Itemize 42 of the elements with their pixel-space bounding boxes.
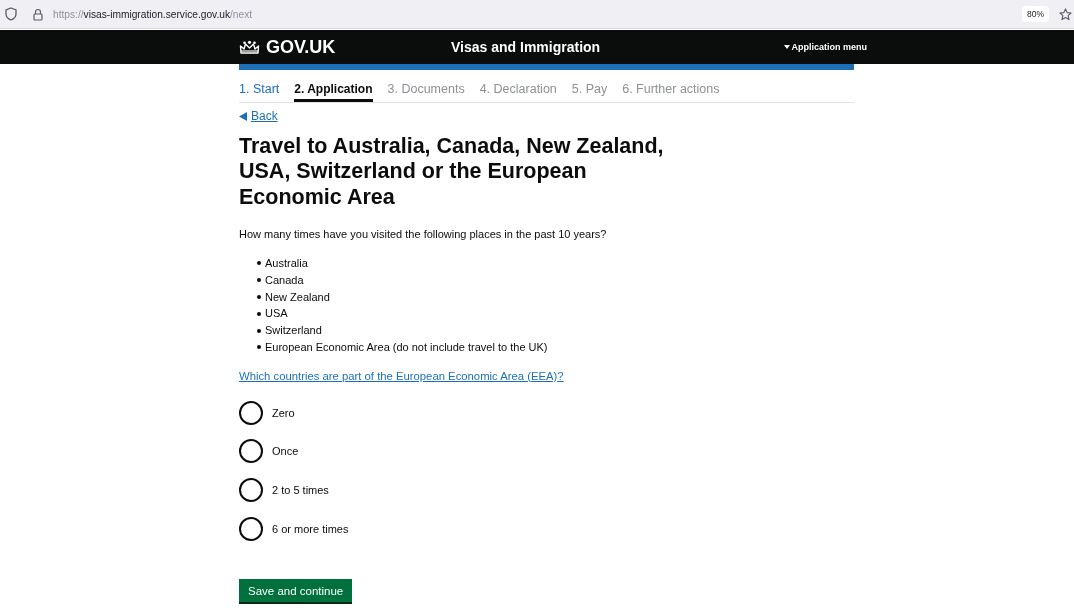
bullet-icon: [257, 328, 261, 333]
question-text: How many times have you visited the following places in the past 10 years?: [239, 227, 608, 242]
crown-icon[interactable]: [239, 39, 260, 55]
bullet-icon: [257, 295, 261, 299]
eea-info-link[interactable]: Which countries are part of the European Economic Area (EEA)?: [239, 367, 564, 384]
zoom-level-badge[interactable]: 80%: [1022, 6, 1049, 22]
shield-icon[interactable]: [5, 7, 17, 21]
triangle-left-icon: [239, 111, 247, 121]
place-item: Canada: [265, 272, 304, 288]
page-heading: Travel to Australia, Canada, New Zealand, USA, Switzerland or the European Economic Area: [239, 133, 665, 210]
bullet-icon: [257, 345, 261, 350]
radio-label[interactable]: 6 or more times: [272, 522, 349, 535]
place-item: Australia: [265, 256, 308, 271]
address-bar-url[interactable]: https://visas-immigration.service.gov.uk/next: [53, 8, 253, 20]
bullet-icon: [257, 278, 261, 283]
place-item: European Economic Area (do not include travel to the UK): [265, 340, 548, 355]
progress-step: 4. Declaration: [479, 81, 557, 102]
radio-label[interactable]: Zero: [272, 406, 295, 419]
place-item: New Zealand: [265, 289, 330, 305]
progress-step: 3. Documents: [387, 81, 465, 102]
star-icon[interactable]: [1059, 7, 1072, 21]
save-and-continue-button[interactable]: Save and continue: [239, 578, 353, 602]
place-item: USA: [265, 306, 288, 322]
radio-button[interactable]: [239, 400, 263, 425]
govuk-logo-text[interactable]: GOV.UK: [266, 36, 336, 58]
back-link[interactable]: Back: [239, 108, 278, 124]
lock-icon[interactable]: [33, 7, 43, 21]
bullet-icon: [257, 311, 261, 316]
radio-button[interactable]: [239, 516, 263, 541]
radio-label[interactable]: 2 to 5 times: [272, 484, 329, 497]
service-name: Visas and Immigration: [451, 39, 601, 55]
progress-step: 5. Pay: [571, 81, 608, 102]
caret-icon: [784, 45, 791, 49]
progress-step[interactable]: 1. Start: [239, 81, 280, 102]
application-menu-button[interactable]: Application menu: [784, 42, 867, 52]
progress-step: 6. Further actions: [622, 81, 720, 102]
radio-label[interactable]: Once: [272, 445, 299, 458]
place-item: Switzerland: [265, 323, 322, 339]
progress-step[interactable]: 2. Application: [294, 81, 373, 102]
radio-button[interactable]: [239, 439, 263, 464]
radio-button[interactable]: [239, 478, 263, 503]
bullet-icon: [257, 261, 261, 266]
